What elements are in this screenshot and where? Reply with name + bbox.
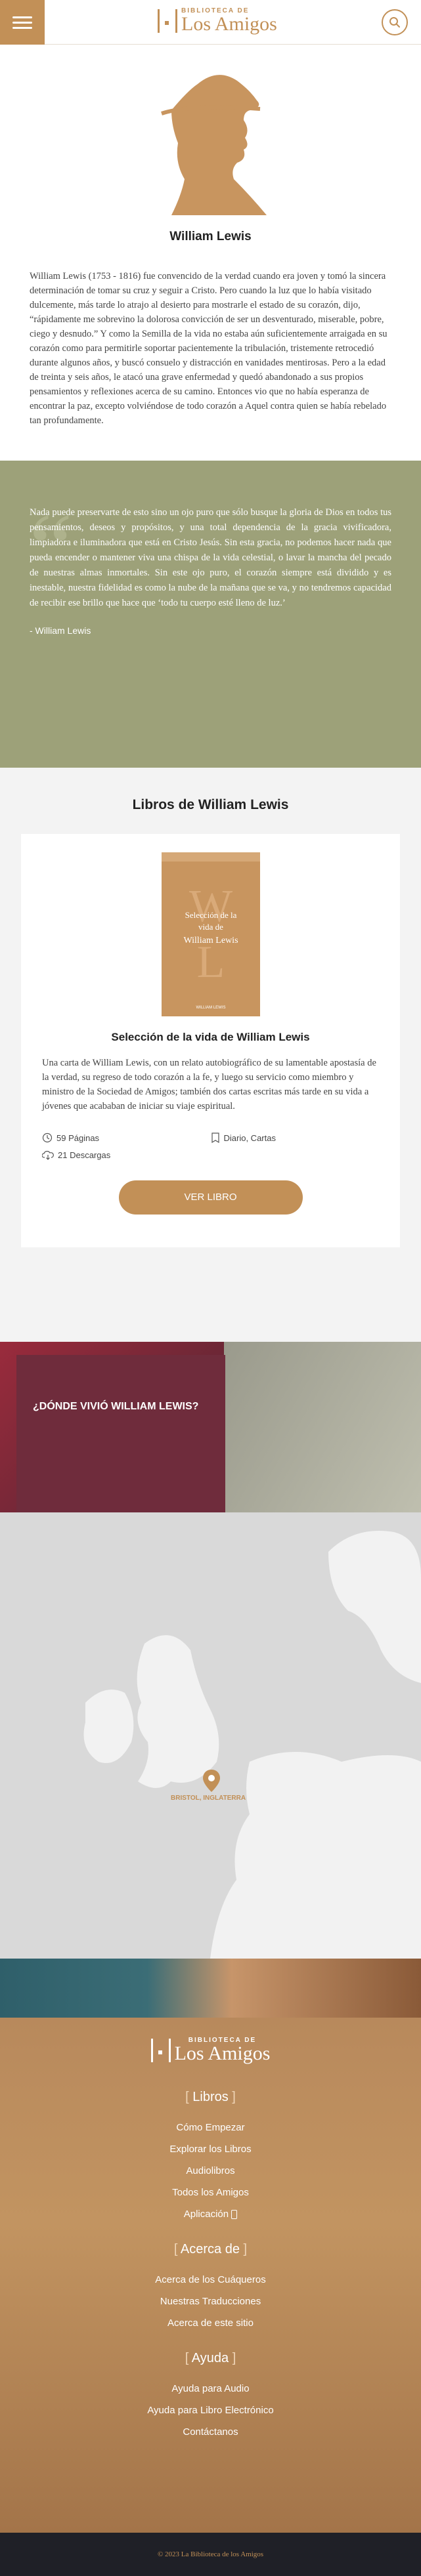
copyright-bar: © 2023 La Biblioteca de los Amigos [0,2533,421,2576]
book-description: Una carta de William Lewis, con un relat… [42,1058,376,1111]
logo-mark-icon [158,9,177,33]
view-book-button[interactable]: VER LIBRO [118,1180,303,1215]
footer-link-audio[interactable]: Ayuda para Audio [13,2378,408,2399]
quote-section: “ Nada puede preservarte de esto sino un… [0,461,421,768]
where-title: ¿DÓNDE VIVIÓ WILLIAM LEWIS? [33,1401,199,1412]
book-title[interactable]: Selección de la vida de William Lewis [42,1031,379,1044]
logo-mark-icon [150,2039,171,2062]
footer-link-como-empezar[interactable]: Cómo Empezar [13,2117,408,2138]
bottom-books-image [0,1959,421,2018]
cloud-download-icon [42,1151,54,1160]
clock-icon [42,1132,53,1143]
pages-count: 59 Páginas [56,1132,100,1143]
pages-meta: 59 Páginas [42,1129,211,1146]
author-bio: William Lewis (1753 - 1816) fue convenci… [30,271,388,426]
copyright-text: © 2023 La Biblioteca de los Amigos [157,2550,264,2558]
genre-text: Diario, Cartas [223,1132,276,1143]
footer-link-traducciones[interactable]: Nuestras Traducciones [13,2291,408,2312]
search-icon [389,17,400,28]
hamburger-icon [12,16,32,18]
footer-link-todos-amigos[interactable]: Todos los Amigos [13,2182,408,2203]
site-header: BIBLIOTECA DE Los Amigos [0,0,421,45]
author-name: William Lewis [169,230,252,243]
site-logo[interactable]: BIBLIOTECA DE Los Amigos [158,8,277,34]
footer-link-ebook[interactable]: Ayuda para Libro Electrónico [13,2399,408,2421]
cover-footer: WILLIAM LEWIS [196,1006,225,1010]
quote-author: - William Lewis [30,625,91,636]
footer-link-aplicacion[interactable]: Aplicación [13,2203,408,2225]
footer-link-audiolibros[interactable]: Audiolibros [13,2160,408,2182]
phone-icon [231,2210,238,2220]
footer-heading-acerca: [ Acerca de ] [173,2242,248,2256]
menu-button[interactable] [0,0,45,45]
location-label: BRISTOL, INGLATERRA [171,1795,246,1802]
book-meta: 59 Páginas Diario, Cartas 21 Descargas [42,1129,379,1163]
genre-meta: Diario, Cartas [211,1129,380,1146]
logo-big-text: Los Amigos [181,13,277,35]
footer-logo-big: Los Amigos [174,2043,271,2064]
search-button[interactable] [382,9,408,35]
books-section: Libros de William Lewis W L Selección de… [0,768,421,1342]
footer-link-sitio[interactable]: Acerca de este sitio [13,2312,408,2334]
quote-text: Nada puede preservarte de esto sino un o… [30,507,391,608]
location-pin-icon[interactable] [203,1770,220,1792]
book-photo [224,1342,421,1512]
footer-heading-libros: [ Libros ] [185,2090,236,2104]
footer-link-explorar[interactable]: Explorar los Libros [13,2138,408,2160]
where-section: ¿DÓNDE VIVIÓ WILLIAM LEWIS? BRISTOL, ING… [0,1342,421,2018]
books-title: Libros de William Lewis [132,797,289,812]
author-portrait [160,75,267,215]
book-cover[interactable]: W L Selección de la vida de William Lewi… [161,852,260,1016]
footer-logo[interactable]: BIBLIOTECA DE Los Amigos [13,2037,408,2064]
site-footer: BIBLIOTECA DE Los Amigos [ Libros ] Cómo… [0,2018,421,2533]
footer-link-cuaqueros[interactable]: Acerca de los Cuáqueros [13,2269,408,2291]
bookmark-icon [211,1132,219,1143]
footer-heading-ayuda: [ Ayuda ] [185,2351,236,2365]
where-title-box: ¿DÓNDE VIVIÓ WILLIAM LEWIS? [16,1355,225,1512]
cover-title-line-1: Selección de la [185,910,236,920]
author-section: William Lewis William Lewis (1753 - 1816… [0,45,421,461]
downloads-meta: 21 Descargas [42,1146,379,1163]
cover-title-line-3: William Lewis [183,936,238,945]
europe-map[interactable] [0,1512,421,1959]
footer-link-contacto[interactable]: Contáctanos [13,2421,408,2443]
cover-title-line-2: vida de [198,922,223,932]
book-card: W L Selección de la vida de William Lewi… [21,834,400,1247]
downloads-count: 21 Descargas [58,1150,111,1160]
